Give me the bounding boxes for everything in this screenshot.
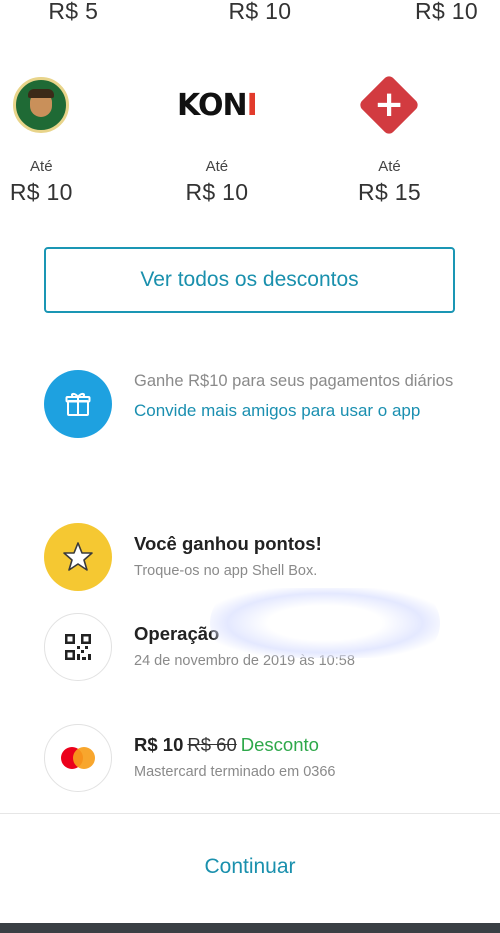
operation-date: 24 de novembro de 2019 às 10:58: [134, 653, 355, 669]
up-to-label: Até: [30, 158, 53, 175]
points-earned-item: Você ganhou pontos! Troque-os no app She…: [44, 523, 484, 591]
operation-title: Operação: [134, 623, 220, 644]
invite-friends-item: Ganhe R$10 para seus pagamentos diários …: [44, 370, 484, 438]
points-subtitle: Troque-os no app Shell Box.: [134, 563, 318, 579]
gift-icon: [44, 370, 112, 438]
discount-amount: R$ 10: [9, 179, 73, 205]
mastercard-icon: [44, 724, 112, 792]
up-to-label: Até: [205, 158, 229, 175]
nutty-bavarian-logo: [13, 74, 70, 136]
merchant-card-nutty[interactable]: Até R$ 10: [0, 74, 125, 206]
koni-logo: KONI: [177, 87, 258, 123]
payment-price-line: R$ 10 R$ 60 Desconto: [134, 734, 336, 756]
invite-friends-link[interactable]: Convide mais amigos para usar o app: [134, 396, 434, 426]
discount-amount: R$ 10: [228, 0, 292, 24]
points-title: Você ganhou pontos!: [134, 533, 322, 554]
discount-amount: R$ 5: [48, 0, 99, 24]
divider: [0, 813, 500, 814]
card-info: Mastercard terminado em 0366: [134, 764, 336, 780]
continue-button[interactable]: Continuar: [0, 855, 500, 879]
discount-amount: R$ 10: [415, 0, 478, 24]
operation-item: Operação 24 de novembro de 2019 às 10:58: [44, 613, 484, 681]
discount-amount: R$ 10: [185, 179, 249, 205]
original-price: R$ 60: [187, 734, 237, 755]
invite-reward-text: Ganhe R$10 para seus pagamentos diários: [134, 372, 454, 390]
payment-summary-screen: R$ 5 R$ 10 R$ 10 Até R$ 10 KONI Até R$ 1…: [0, 0, 500, 933]
view-all-discounts-button[interactable]: Ver todos os descontos: [44, 247, 455, 313]
discount-amount: R$ 15: [358, 179, 421, 205]
up-to-label: Até: [378, 158, 401, 175]
merchant-card-koni[interactable]: KONI Até R$ 10: [134, 74, 301, 206]
payment-method-item: R$ 10 R$ 60 Desconto Mastercard terminado …: [44, 724, 484, 792]
paid-amount: R$ 10: [134, 734, 184, 755]
merchant-discount-row: Até R$ 10 KONI Até R$ 10 + Até R$ 15: [0, 73, 500, 206]
merchant-card-red-cross[interactable]: + Até R$ 15: [306, 73, 473, 206]
star-icon: [44, 523, 112, 591]
top-discount-row: R$ 5 R$ 10 R$ 10: [0, 0, 500, 25]
discount-label: Desconto: [240, 734, 319, 755]
system-nav-bar: [0, 923, 500, 933]
qr-code-icon: [44, 613, 112, 681]
red-cross-pharmacy-logo: +: [358, 73, 421, 137]
